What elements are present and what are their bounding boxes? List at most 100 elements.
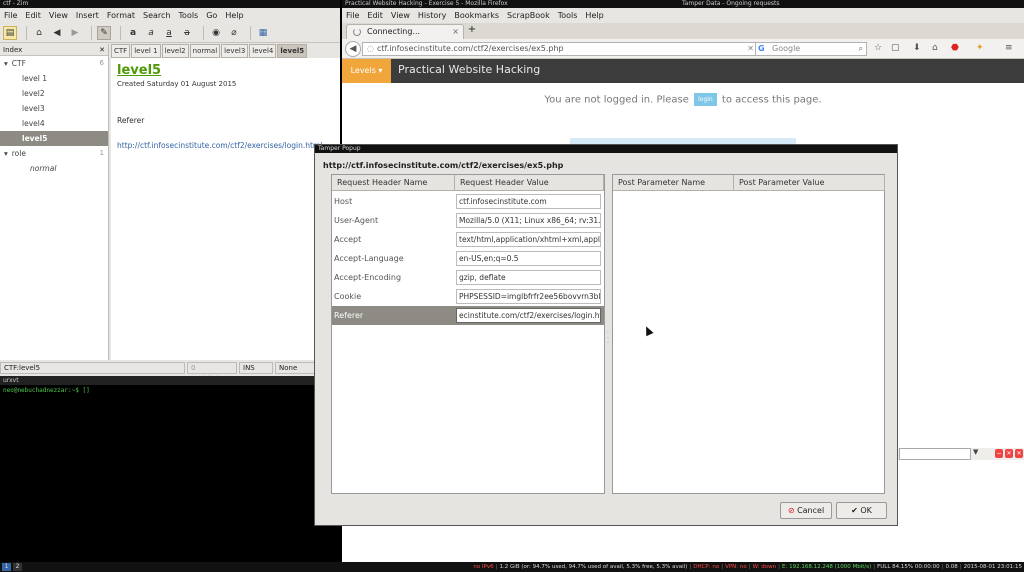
expander-arrow-icon[interactable]: ▾ <box>4 59 8 68</box>
close-icon[interactable]: ✕ <box>1015 449 1023 458</box>
header-value-field[interactable]: ecinstitute.com/ctf2/exercises/login.htm… <box>456 308 601 323</box>
extension-icon[interactable]: ✦ <box>976 43 984 53</box>
header-value-field[interactable]: ctf.infosecinstitute.com <box>456 194 601 209</box>
forward-arrow-icon[interactable]: ▶ <box>68 26 82 40</box>
home-icon[interactable]: ⌂ <box>932 43 938 53</box>
path-tab[interactable]: CTF <box>111 44 131 58</box>
preview-eye-icon[interactable]: ◉ <box>209 26 223 40</box>
menu-icon[interactable]: ≡ <box>1005 43 1013 53</box>
zim-menu-edit[interactable]: Edit <box>21 11 45 20</box>
clipboard-icon[interactable]: ▢ <box>891 43 900 53</box>
edit-pen-icon[interactable]: ✎ <box>97 25 111 40</box>
zim-menu-go[interactable]: Go <box>202 11 221 20</box>
zim-menu-search[interactable]: Search <box>139 11 174 20</box>
chevron-down-icon[interactable]: ▼ <box>973 448 981 460</box>
zim-menu-format[interactable]: Format <box>103 11 139 20</box>
filter-input[interactable] <box>899 448 971 460</box>
status-backlinks-button[interactable]: 0 Backlinks... <box>187 362 237 383</box>
column-header-param-value[interactable]: Post Parameter Value <box>734 175 885 191</box>
ok-button[interactable]: ✔ OK <box>836 502 887 519</box>
column-header-name[interactable]: Request Header Name <box>332 175 455 191</box>
zim-menu-file[interactable]: File <box>0 11 21 20</box>
index-item[interactable]: ▾ CTF 6 <box>0 56 108 71</box>
url-bar[interactable]: ◌ ctf.infosecinstitute.com/ctf2/exercise… <box>362 42 758 56</box>
firefox-menu-file[interactable]: File <box>342 11 363 20</box>
bold-icon[interactable]: a <box>126 26 140 40</box>
index-item[interactable]: level2 <box>0 86 108 101</box>
path-tab[interactable]: level4 <box>249 44 277 58</box>
header-value-field[interactable]: text/html,application/xhtml+xml,applicat… <box>456 232 601 247</box>
page-login-link[interactable]: http://ctf.infosecinstitute.com/ctf2/exe… <box>117 141 334 150</box>
index-item[interactable]: ▾ role 1 <box>0 146 108 161</box>
search-icon[interactable]: ⌕ <box>859 43 863 55</box>
header-value-field[interactable]: PHPSESSID=imglbfrfr2ee56bovvrn3blls <box>456 289 601 304</box>
pane-splitter-handle[interactable]: · · · <box>607 331 610 347</box>
column-header-param-name[interactable]: Post Parameter Name <box>613 175 734 191</box>
browser-tab[interactable]: Connecting... × <box>346 24 464 39</box>
home-icon[interactable]: ⌂ <box>32 26 46 40</box>
zim-menu-help[interactable]: Help <box>221 11 247 20</box>
firefox-menu-edit[interactable]: Edit <box>363 11 387 20</box>
expander-arrow-icon[interactable]: ▾ <box>4 149 8 158</box>
strike-icon[interactable]: a <box>180 26 194 40</box>
new-tab-button[interactable]: + <box>466 24 478 35</box>
table-row[interactable]: Host ctf.infosecinstitute.com <box>332 192 604 211</box>
back-button[interactable]: ◀ <box>345 41 361 57</box>
close-tab-icon[interactable]: × <box>452 25 459 38</box>
index-item-label: role <box>11 149 26 158</box>
firefox-menu-tools[interactable]: Tools <box>554 11 582 20</box>
adblock-icon[interactable]: ⬣ <box>951 43 959 53</box>
site-brand-title[interactable]: Practical Website Hacking <box>398 59 540 83</box>
zim-menu-insert[interactable]: Insert <box>72 11 103 20</box>
zim-menu-view[interactable]: View <box>45 11 72 20</box>
table-row[interactable]: Cookie PHPSESSID=imglbfrfr2ee56bovvrn3bll… <box>332 287 604 306</box>
attach-clip-icon[interactable]: ⌀ <box>227 26 241 40</box>
workspace-1-button[interactable]: 1 <box>2 563 11 571</box>
search-box[interactable]: G Google ⌕ <box>755 42 867 56</box>
firefox-menu-history[interactable]: History <box>414 11 450 20</box>
terminal-prompt[interactable]: neo@nebuchadnezzar:~$ [] <box>0 385 340 396</box>
column-header-value[interactable]: Request Header Value <box>455 175 604 191</box>
header-value-field[interactable]: en-US,en;q=0.5 <box>456 251 601 266</box>
levels-dropdown-button[interactable]: Levels ▾ <box>342 59 391 83</box>
firefox-menu-scrapbook[interactable]: ScrapBook <box>503 11 554 20</box>
back-arrow-icon[interactable]: ◀ <box>50 26 64 40</box>
table-icon[interactable]: ▦ <box>256 26 270 40</box>
table-row[interactable]: Referer ecinstitute.com/ctf2/exercises/lo… <box>332 306 604 325</box>
download-icon[interactable]: ⬇ <box>913 43 921 53</box>
header-value-field[interactable]: Mozilla/5.0 (X11; Linux x86_64; rv:31.0) <box>456 213 601 228</box>
close-icon[interactable]: ✕ <box>99 46 105 54</box>
index-item[interactable]: level4 <box>0 116 108 131</box>
path-tab[interactable]: level5 <box>277 44 308 58</box>
bookmark-star-icon[interactable]: ☆ <box>874 43 882 53</box>
table-row[interactable]: User-Agent Mozilla/5.0 (X11; Linux x86_64… <box>332 211 604 230</box>
table-row[interactable]: Accept-Language en-US,en;q=0.5 <box>332 249 604 268</box>
stop-icon[interactable]: ✕ <box>747 43 754 55</box>
new-page-icon[interactable]: ▤ <box>3 25 17 40</box>
zim-menu-tools[interactable]: Tools <box>175 11 203 20</box>
index-item-label: normal <box>30 164 57 173</box>
workspace-2-button[interactable]: 2 <box>13 563 22 571</box>
path-tab[interactable]: level2 <box>161 44 189 58</box>
index-item[interactable]: level5 <box>0 131 108 146</box>
firefox-menu-bookmarks[interactable]: Bookmarks <box>450 11 503 20</box>
index-item[interactable]: normal <box>0 161 108 176</box>
clear-icon[interactable]: ✕ <box>1005 449 1013 458</box>
firefox-title: Practical Website Hacking - Exercise 5 -… <box>345 0 508 7</box>
index-item[interactable]: level3 <box>0 101 108 116</box>
table-row[interactable]: Accept-Encoding gzip, deflate <box>332 268 604 287</box>
login-button[interactable]: login <box>694 93 717 106</box>
path-tab[interactable]: level3 <box>221 44 249 58</box>
italic-icon[interactable]: a <box>144 26 158 40</box>
underline-icon[interactable]: a <box>162 26 176 40</box>
cancel-button[interactable]: ⊘ Cancel <box>780 502 832 519</box>
firefox-menu-view[interactable]: View <box>387 11 414 20</box>
path-tab[interactable]: normal <box>189 44 221 58</box>
table-row[interactable]: Accept text/html,application/xhtml+xml,ap… <box>332 230 604 249</box>
header-value-field[interactable]: gzip, deflate <box>456 270 601 285</box>
remove-icon[interactable]: − <box>995 449 1003 458</box>
path-tab[interactable]: level 1 <box>131 44 161 58</box>
zim-page-editor[interactable]: level5 Created Saturday 01 August 2015 R… <box>111 58 340 360</box>
firefox-menu-help[interactable]: Help <box>581 11 607 20</box>
index-item[interactable]: level 1 <box>0 71 108 86</box>
